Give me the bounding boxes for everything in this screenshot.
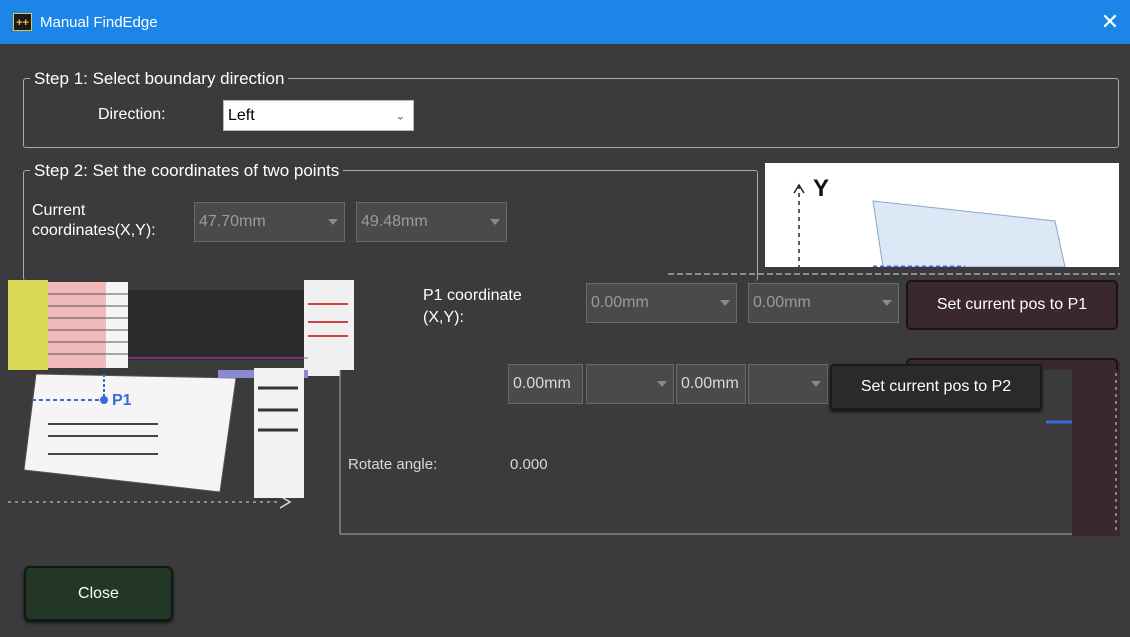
- direction-label: Direction:: [98, 106, 166, 123]
- chevron-down-icon: [490, 219, 500, 225]
- p1-y-value: 0.00mm: [753, 294, 811, 311]
- chevron-down-icon: [720, 300, 730, 306]
- p1-label-line1: P1 coordinate: [423, 287, 522, 304]
- p1-label-line2: (X,Y):: [423, 309, 464, 326]
- p2-y-dropdown[interactable]: [748, 364, 828, 404]
- p1-x-field[interactable]: 0.00mm: [586, 283, 737, 323]
- p1-marker-label: P1: [112, 392, 132, 409]
- close-button[interactable]: Close: [24, 566, 173, 621]
- set-p2-button[interactable]: Set current pos to P2: [830, 364, 1042, 410]
- p1-y-field[interactable]: 0.00mm: [748, 283, 899, 323]
- x-axis-label: X: [274, 460, 289, 485]
- p2-y-value: 0.00mm: [681, 375, 739, 392]
- edge-illustration: Y: [765, 163, 1119, 267]
- current-y-value: 49.48mm: [361, 213, 428, 230]
- close-icon[interactable]: ✕: [1094, 6, 1126, 38]
- current-x-field[interactable]: 47.70mm: [194, 202, 345, 242]
- chevron-down-icon: ⌄: [395, 110, 405, 122]
- rotate-angle-label: Rotate angle:: [348, 456, 438, 473]
- chevron-down-icon: [657, 381, 667, 387]
- p1-coordinate-label: P1 coordinate (X,Y):: [423, 285, 522, 329]
- title-bar: ++ Manual FindEdge ✕: [0, 0, 1130, 44]
- current-label-line2: coordinates(X,Y):: [32, 222, 156, 239]
- direction-value: Left: [228, 106, 255, 124]
- set-p1-button[interactable]: Set current pos to P1: [906, 280, 1118, 330]
- step1-group: Step 1: Select boundary direction: [23, 69, 1119, 148]
- p2-y-field[interactable]: 0.00mm: [676, 364, 746, 404]
- current-y-field[interactable]: 49.48mm: [356, 202, 507, 242]
- p2-x-dropdown[interactable]: [586, 364, 674, 404]
- rotate-angle-value: 0.000: [510, 456, 548, 473]
- step2-legend: Step 2: Set the coordinates of two point…: [30, 161, 344, 181]
- step1-legend: Step 1: Select boundary direction: [30, 69, 289, 89]
- p2-x-field[interactable]: 0.00mm: [508, 364, 583, 404]
- current-x-value: 47.70mm: [199, 213, 266, 230]
- p1-x-value: 0.00mm: [591, 294, 649, 311]
- y-axis-label: Y: [813, 175, 830, 202]
- current-label-line1: Current: [32, 202, 86, 219]
- direction-select[interactable]: Left ⌄: [223, 100, 414, 131]
- window-title: Manual FindEdge: [40, 13, 158, 31]
- chevron-down-icon: [811, 381, 821, 387]
- chevron-down-icon: [328, 219, 338, 225]
- chevron-down-icon: [882, 300, 892, 306]
- current-coordinates-label: Current coordinates(X,Y):: [32, 201, 156, 241]
- app-logo-icon: ++: [13, 13, 32, 31]
- p2-x-value: 0.00mm: [513, 375, 571, 392]
